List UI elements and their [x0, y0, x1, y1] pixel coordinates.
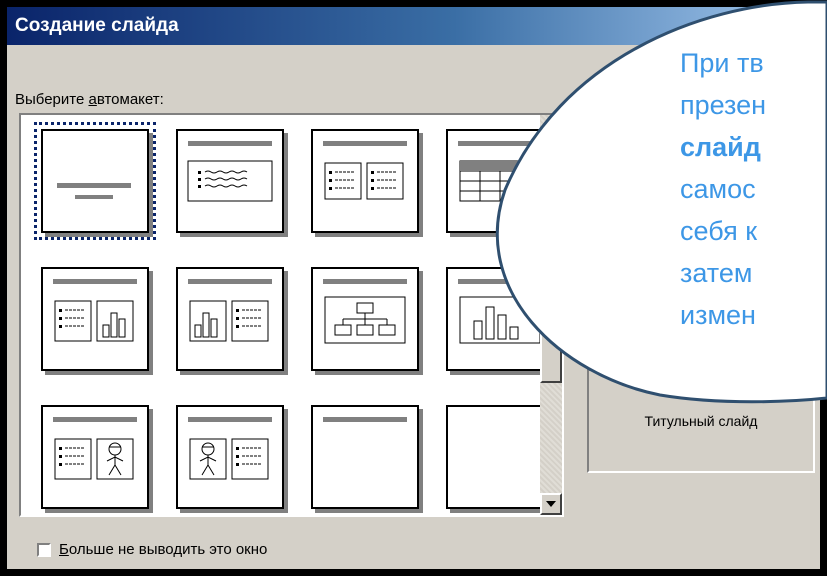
autolayout-prompt: Выберите автомакет: — [15, 91, 164, 108]
layout-clip-art-and-text[interactable] — [176, 405, 284, 509]
triangle-down-icon — [546, 501, 556, 507]
autolayout-list[interactable] — [19, 113, 564, 517]
scrollbar-thumb[interactable] — [540, 265, 562, 383]
layout-preview: Титульный слайд — [587, 369, 815, 473]
dont-show-again-checkbox[interactable] — [37, 542, 51, 557]
vertical-scrollbar[interactable] — [540, 115, 562, 515]
dont-show-again-label: Больше не выводить это окно — [59, 541, 268, 558]
layout-organization-chart[interactable] — [311, 267, 419, 371]
layout-text-and-clip-art[interactable] — [41, 405, 149, 509]
layout-bulleted-list[interactable] — [176, 129, 284, 233]
callout-line: затем — [680, 258, 753, 288]
title-bar: Создание слайда — [7, 7, 820, 45]
layout-text-and-chart[interactable] — [41, 267, 149, 371]
layout-two-column-text[interactable] — [311, 129, 419, 233]
callout-line: самос — [680, 174, 756, 204]
callout-line: При тв — [680, 48, 764, 78]
preview-label: Титульный слайд — [644, 413, 758, 429]
layout-chart[interactable] — [446, 267, 554, 371]
dont-show-again-option[interactable]: Больше не выводить это окно — [37, 541, 267, 558]
layout-title-slide[interactable] — [34, 122, 156, 240]
scroll-down-button[interactable] — [540, 493, 562, 515]
layout-blank[interactable] — [446, 405, 554, 509]
layout-title-only[interactable] — [311, 405, 419, 509]
callout-line-bold: слайд — [680, 132, 761, 162]
callout-text: При тв презен слайд самос себя к затем и… — [680, 42, 827, 336]
callout-line: себя к — [680, 216, 758, 246]
callout-line: измен — [680, 300, 756, 330]
layout-chart-and-text[interactable] — [176, 267, 284, 371]
layout-table[interactable] — [446, 129, 554, 233]
callout-line: презен — [680, 90, 767, 120]
window-title: Создание слайда — [15, 15, 179, 36]
